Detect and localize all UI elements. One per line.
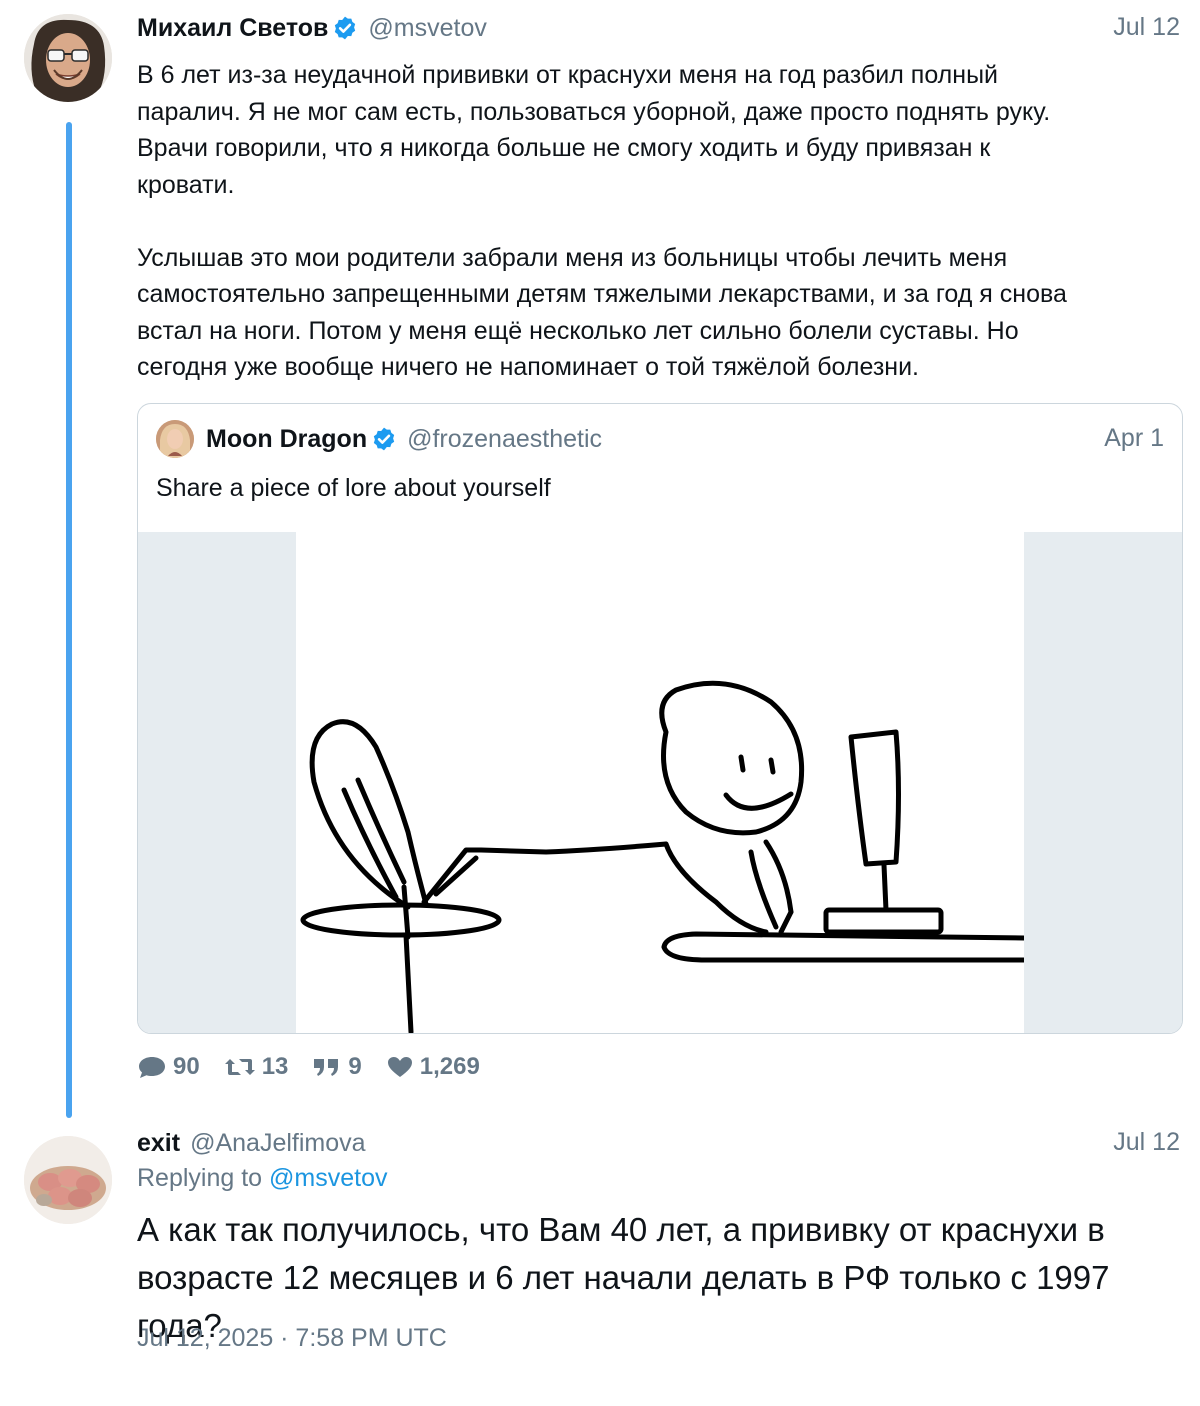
tweet2-date[interactable]: Jul 12 xyxy=(1113,1128,1180,1157)
reply-count: 90 xyxy=(173,1053,200,1080)
reply-action[interactable]: 90 xyxy=(137,1053,200,1081)
tweet2-author-handle[interactable]: @AnaJelfimova xyxy=(190,1129,365,1158)
like-action[interactable]: 1,269 xyxy=(386,1053,480,1081)
comment-icon xyxy=(139,1057,165,1078)
replying-to: Replying to @msvetov xyxy=(137,1164,388,1193)
verified-badge-icon xyxy=(373,427,395,451)
tweet1-author-name[interactable]: Михаил Светов xyxy=(137,14,328,43)
tweet2-author-name[interactable]: exit xyxy=(137,1129,180,1158)
quote-text: Share a piece of lore about yourself xyxy=(156,474,551,502)
avatar-frozenaesthetic[interactable] xyxy=(156,420,194,458)
quote-author-name[interactable]: Moon Dragon xyxy=(206,425,367,454)
avatar-image xyxy=(24,14,112,102)
retweet-count: 13 xyxy=(261,1053,289,1080)
tweet1-author-handle[interactable]: @msvetov xyxy=(368,14,486,43)
tweet2-header: exit @AnaJelfimova xyxy=(137,1128,366,1158)
quote-action[interactable]: 9 xyxy=(312,1053,362,1081)
quote-author-handle[interactable]: @frozenaesthetic xyxy=(407,425,602,454)
quote-avatar-image xyxy=(156,420,194,458)
thread-line xyxy=(66,122,72,1118)
retweet-icon xyxy=(224,1059,255,1075)
heart-icon xyxy=(387,1057,412,1077)
avatar-anajelfimova[interactable] xyxy=(24,1136,112,1224)
tweet1-header: Михаил Светов @msvetov xyxy=(137,13,487,43)
avatar-msvetov[interactable] xyxy=(24,14,112,102)
stickman-drawing-image xyxy=(296,532,1027,1033)
quote-count: 9 xyxy=(348,1053,362,1080)
like-count: 1,269 xyxy=(419,1053,480,1080)
quote-media[interactable] xyxy=(138,532,1182,1033)
avatar-image xyxy=(24,1136,112,1224)
replying-prefix: Replying to xyxy=(137,1164,263,1192)
quote-marks-icon xyxy=(314,1059,339,1076)
replying-to-mention[interactable]: @msvetov xyxy=(269,1164,387,1192)
tweet1-text: В 6 лет из-за неудачной прививки от крас… xyxy=(137,61,1067,381)
retweet-action[interactable]: 13 xyxy=(224,1053,289,1081)
quoted-tweet[interactable]: Moon Dragon @frozenaesthetic Apr 1 Share… xyxy=(137,403,1183,1034)
tweet1-action-bar: 90 13 9 1,269 xyxy=(137,1050,504,1084)
tweet1-date[interactable]: Jul 12 xyxy=(1113,13,1180,42)
quote-date[interactable]: Apr 1 xyxy=(1104,424,1164,453)
tweet2-timestamp[interactable]: Jul 12, 2025 · 7:58 PM UTC xyxy=(137,1324,447,1353)
quote-header: Moon Dragon @frozenaesthetic xyxy=(206,424,602,454)
verified-badge-icon xyxy=(335,16,356,40)
